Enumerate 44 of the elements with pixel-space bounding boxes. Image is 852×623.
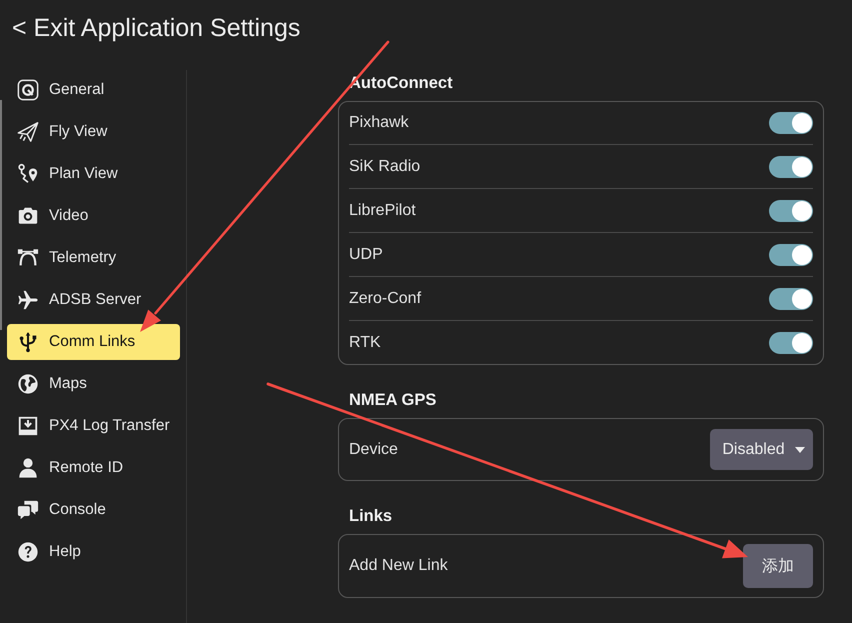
sidebar-item[interactable]: Telemetry xyxy=(7,240,180,276)
section-title: Links xyxy=(349,507,394,525)
setting-label: SiK Radio xyxy=(349,158,420,176)
caret-icon xyxy=(794,446,805,452)
sidebar-item[interactable]: Help xyxy=(7,534,180,570)
chat-bubbles-icon xyxy=(17,499,39,521)
toggle-switch[interactable] xyxy=(769,112,813,134)
usb-icon xyxy=(17,331,39,353)
toggle-switch[interactable] xyxy=(769,288,813,310)
exit-settings-button[interactable]: < Exit Application Settings xyxy=(12,14,300,42)
add-button[interactable]: 添加 xyxy=(743,544,813,588)
sidebar-item[interactable]: Comm Links xyxy=(7,324,180,360)
device-dropdown[interactable]: Disabled xyxy=(710,429,813,470)
sidebar-item[interactable]: Fly View xyxy=(7,114,180,150)
sidebar-item[interactable]: Maps xyxy=(7,366,180,402)
sidebar-item[interactable]: PX4 Log Transfer xyxy=(7,408,180,444)
sidebar-item[interactable]: Plan View xyxy=(7,156,180,192)
sidebar-item[interactable]: Video xyxy=(7,198,180,234)
camera-icon xyxy=(17,205,39,227)
toggle-switch[interactable] xyxy=(769,244,813,266)
sidebar-item[interactable]: Remote ID xyxy=(7,450,180,486)
setting-label: Device xyxy=(349,440,398,458)
route-pin-icon xyxy=(17,163,39,185)
setting-label: LibrePilot xyxy=(349,202,416,220)
setting-label: Pixhawk xyxy=(349,114,409,132)
toggle-switch[interactable] xyxy=(769,156,813,178)
section-title: NMEA GPS xyxy=(349,391,438,409)
sidebar-item[interactable]: General xyxy=(7,72,180,108)
sidebar-item[interactable]: ADSB Server xyxy=(7,282,180,318)
airplane-icon xyxy=(17,289,39,311)
scrollbar-thumb[interactable] xyxy=(0,100,2,330)
setting-label: Add New Link xyxy=(349,557,448,575)
setting-label: RTK xyxy=(349,334,381,352)
toggle-switch[interactable] xyxy=(769,332,813,354)
person-icon xyxy=(17,457,39,479)
setting-label: UDP xyxy=(349,246,383,264)
setting-label: Zero-Conf xyxy=(349,290,422,308)
help-icon xyxy=(17,541,39,563)
download-tray-icon xyxy=(17,415,39,437)
globe-icon xyxy=(17,373,39,395)
paper-plane-icon xyxy=(17,121,39,143)
sidebar-item[interactable]: Console xyxy=(7,492,180,528)
toggle-switch[interactable] xyxy=(769,200,813,222)
rounded-square-logo-icon xyxy=(17,79,39,101)
